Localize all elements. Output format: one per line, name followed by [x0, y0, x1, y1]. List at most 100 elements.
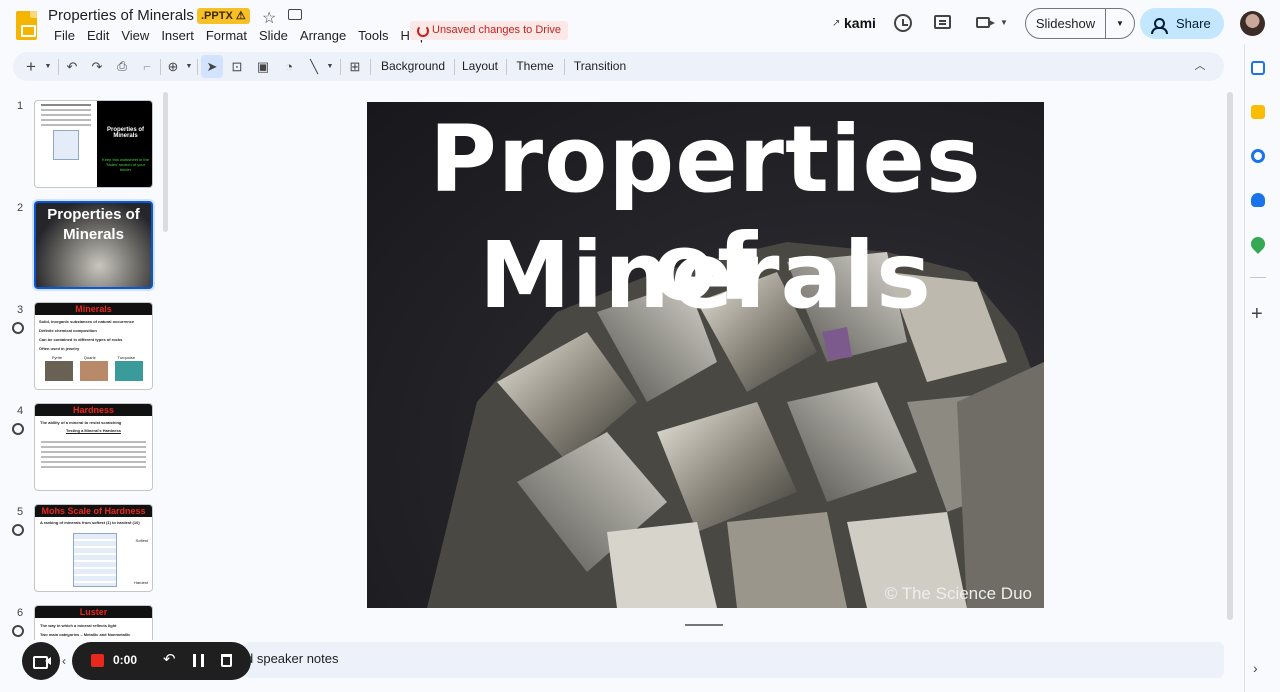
- kami-extension-button[interactable]: kami: [844, 15, 876, 31]
- transition-button[interactable]: Transition: [570, 52, 630, 81]
- comments-icon[interactable]: [934, 15, 951, 29]
- menu-bar: File Edit View Insert Format Slide Arran…: [48, 28, 433, 44]
- image-icon[interactable]: ▣: [255, 52, 271, 81]
- background-button[interactable]: Background: [378, 52, 448, 81]
- menu-view[interactable]: View: [115, 28, 155, 44]
- chevron-down-icon[interactable]: ▼: [1000, 18, 1008, 27]
- link-icon: [9, 622, 27, 640]
- menu-edit[interactable]: Edit: [81, 28, 115, 44]
- slide-title-line-2[interactable]: Minerals: [367, 222, 1044, 330]
- tasks-icon[interactable]: [1251, 149, 1265, 163]
- move-folder-icon[interactable]: [288, 9, 302, 20]
- side-panel-divider: [1244, 44, 1245, 692]
- divider: [506, 59, 507, 75]
- slide-number: 3: [17, 304, 24, 316]
- star-icon[interactable]: ☆: [262, 8, 276, 28]
- thumb-table: [73, 533, 117, 587]
- notes-resize-handle[interactable]: [685, 624, 723, 626]
- avatar[interactable]: [1240, 11, 1265, 36]
- divider: [454, 59, 455, 75]
- divider: [564, 59, 565, 75]
- slide-thumbnail-5[interactable]: Mohs Scale of Hardness A ranking of mine…: [34, 504, 153, 592]
- undo-icon[interactable]: ↶: [65, 52, 79, 81]
- chevron-left-icon[interactable]: ‹: [62, 654, 66, 668]
- slideshow-button[interactable]: Slideshow ▼: [1025, 8, 1135, 39]
- select-tool-icon[interactable]: ➤: [201, 55, 223, 78]
- slide-thumbnail-1[interactable]: Properties of Minerals Keep this workshe…: [34, 100, 153, 188]
- slide-thumbnail-6[interactable]: Luster The way in which a mineral reflec…: [34, 605, 153, 640]
- new-slide-icon[interactable]: +: [24, 52, 38, 81]
- speaker-notes-placeholder[interactable]: d speaker notes: [246, 651, 339, 666]
- menu-file[interactable]: File: [48, 28, 81, 44]
- canvas-scrollbar[interactable]: [1227, 92, 1233, 620]
- slideshow-options-icon[interactable]: ▼: [1106, 19, 1134, 28]
- thumb-title-panel: Properties of Minerals Keep this workshe…: [97, 101, 152, 187]
- menu-tools[interactable]: Tools: [352, 28, 394, 44]
- meet-video-icon[interactable]: [976, 17, 995, 28]
- zoom-icon[interactable]: ⊕: [165, 52, 181, 81]
- menu-arrange[interactable]: Arrange: [294, 28, 352, 44]
- print-icon[interactable]: ⎙: [114, 52, 130, 81]
- calendar-icon[interactable]: [1251, 61, 1265, 75]
- slide-number: 1: [17, 100, 24, 112]
- restart-recording-icon[interactable]: ↶: [163, 650, 176, 668]
- external-link-icon: ↗: [832, 18, 841, 29]
- menu-format[interactable]: Format: [200, 28, 253, 44]
- menu-slide[interactable]: Slide: [253, 28, 294, 44]
- zoom-menu-icon[interactable]: ▼: [184, 52, 194, 81]
- slide-thumbnail-2[interactable]: Properties of Minerals: [34, 201, 153, 289]
- image-credit: © The Science Duo: [884, 584, 1032, 603]
- link-icon: [9, 319, 27, 337]
- layout-button[interactable]: Layout: [459, 52, 501, 81]
- new-slide-menu-icon[interactable]: ▼: [43, 52, 53, 81]
- toolbar: + ▼ ↶ ↷ ⎙ ⌐ ⊕ ▼ ➤ ⊡ ▣ ◔ ╲ ▼ ⊞ Background…: [13, 52, 1224, 81]
- line-menu-icon[interactable]: ▼: [325, 52, 335, 81]
- text-box-icon[interactable]: ⊡: [229, 52, 245, 81]
- maps-icon[interactable]: [1248, 234, 1268, 254]
- collapse-toolbar-icon[interactable]: ︿: [1193, 52, 1207, 81]
- document-title[interactable]: Properties of Minerals: [48, 7, 194, 24]
- stop-recording-icon[interactable]: [91, 654, 104, 667]
- filmstrip-scrollbar[interactable]: [163, 92, 168, 232]
- file-type-badge[interactable]: .PPTX ⚠: [197, 8, 250, 24]
- paint-format-icon[interactable]: ⌐: [140, 52, 154, 81]
- divider: [58, 59, 59, 75]
- link-icon: [9, 420, 27, 438]
- slide-number: 6: [17, 607, 24, 619]
- pyrite-image: [44, 361, 73, 381]
- share-button[interactable]: Share: [1140, 8, 1224, 39]
- recording-timer: 0:00: [113, 653, 138, 667]
- link-icon: [9, 521, 27, 539]
- divider: [1250, 277, 1266, 278]
- warning-icon: ⚠: [235, 10, 246, 22]
- get-addons-icon[interactable]: +: [1251, 303, 1263, 326]
- slide-number: 2: [17, 202, 24, 214]
- slide-number: 4: [17, 405, 24, 417]
- delete-recording-icon[interactable]: [221, 654, 232, 667]
- slideshow-label[interactable]: Slideshow: [1026, 9, 1106, 38]
- comment-add-icon[interactable]: ⊞: [347, 52, 363, 81]
- pause-icon[interactable]: [193, 654, 204, 667]
- slide-thumbnail-4[interactable]: Hardness The ability of a mineral to res…: [34, 403, 153, 491]
- slide-canvas[interactable]: Properties of Minerals © The Science Duo: [367, 102, 1044, 608]
- menu-insert[interactable]: Insert: [155, 28, 200, 44]
- keep-icon[interactable]: [1251, 105, 1265, 119]
- contacts-icon[interactable]: [1251, 193, 1265, 207]
- slide-number: 5: [17, 506, 24, 518]
- divider: [340, 59, 341, 75]
- expand-side-panel-icon[interactable]: ›: [1253, 660, 1258, 676]
- camera-toggle-icon[interactable]: [22, 642, 60, 680]
- slide-thumbnail-3[interactable]: Minerals Solid, inorganic substances of …: [34, 302, 153, 390]
- filmstrip: 1 Properties of Minerals Keep this works…: [0, 92, 165, 640]
- divider: [160, 59, 161, 75]
- line-icon[interactable]: ╲: [307, 52, 321, 81]
- version-history-icon[interactable]: [894, 14, 912, 32]
- redo-icon[interactable]: ↷: [90, 52, 104, 81]
- slides-logo-icon[interactable]: [16, 11, 37, 40]
- quartz-image: [79, 361, 108, 381]
- unsaved-changes-badge[interactable]: Unsaved changes to Drive: [410, 21, 569, 40]
- turquoise-image: [114, 361, 143, 381]
- shape-icon[interactable]: ◔: [281, 52, 297, 81]
- speaker-notes-panel[interactable]: [244, 642, 1224, 678]
- theme-button[interactable]: Theme: [513, 52, 557, 81]
